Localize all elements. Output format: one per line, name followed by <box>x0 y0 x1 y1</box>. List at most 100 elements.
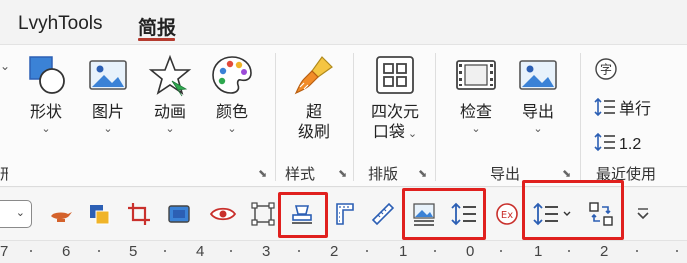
crop-button[interactable] <box>124 200 154 228</box>
ruler-tick <box>500 250 502 252</box>
line-spacing-icon <box>594 97 615 117</box>
palette-icon <box>210 53 254 97</box>
group-label-style: 样式 <box>285 166 316 183</box>
export-image-icon <box>516 53 560 97</box>
group-divider <box>580 53 581 181</box>
dialog-launcher-icon[interactable]: ⬊ <box>562 167 571 180</box>
horizontal-ruler[interactable]: 7 6 5 4 3 2 1 0 1 2 <box>0 240 687 263</box>
select-area-button[interactable] <box>248 200 278 228</box>
quick-toolbar: ⌄ Ex <box>0 180 687 240</box>
line-spacing-value-label: 1.2 <box>619 136 642 153</box>
chevron-down-icon: ⌄ <box>165 123 175 135</box>
eye-icon <box>209 207 237 221</box>
magic-lamp-icon <box>51 212 72 222</box>
ruler-tick <box>230 250 232 252</box>
film-check-icon <box>454 53 498 97</box>
svg-text:字: 字 <box>600 62 612 77</box>
star-animation-icon <box>148 53 192 97</box>
shape-button[interactable]: 形状 ⌄ <box>18 53 74 135</box>
ruler-label: 5 <box>129 243 138 260</box>
ruler-corner-icon <box>336 203 354 225</box>
ruler-tick <box>434 250 436 252</box>
chevron-down-icon: ⌄ <box>41 123 51 135</box>
ruler-tick <box>98 250 100 252</box>
export-button[interactable]: 导出 ⌄ <box>510 53 566 135</box>
tab-lvyhtools[interactable]: LvyhTools <box>18 13 103 35</box>
ruler-tick <box>366 250 368 252</box>
ruler-button[interactable] <box>368 200 398 228</box>
ruler-tick <box>568 250 570 252</box>
group-divider <box>435 53 436 181</box>
magic-lamp-button[interactable] <box>46 200 76 228</box>
image-label: 图片 <box>91 104 124 121</box>
chevron-down-icon: ⌄ <box>404 128 418 140</box>
brush-icon <box>292 53 336 97</box>
super-brush-label-2: 级刷 <box>297 124 330 141</box>
dialog-launcher-icon[interactable]: ⬊ <box>418 167 427 180</box>
ruler-icon <box>371 202 395 226</box>
ruler-label: 1 <box>534 243 543 260</box>
cut-group-label: 形 <box>0 166 8 183</box>
group-divider <box>353 53 354 181</box>
ruler-label: 0 <box>466 243 475 260</box>
dialog-launcher-icon[interactable]: ⬊ <box>338 167 347 180</box>
group-label-layout: 排版 <box>368 166 399 183</box>
color-button[interactable]: 颜色 ⌄ <box>204 53 260 135</box>
frame-icon <box>168 205 190 223</box>
animation-label: 动画 <box>153 104 186 121</box>
highlight-box <box>278 192 328 238</box>
image-icon <box>86 53 130 97</box>
check-button[interactable]: 检查 ⌄ <box>448 53 504 135</box>
pocket-label-2: 口袋 ⌄ <box>372 124 418 141</box>
tab-bar: LvyhTools 简报 <box>0 0 687 44</box>
ruler-label: 7 <box>0 243 8 260</box>
crop-icon <box>128 203 150 225</box>
ruler-corner-button[interactable] <box>330 200 360 228</box>
shape-icon <box>24 53 68 97</box>
ruler-tick <box>676 250 678 252</box>
font-button[interactable]: 字 <box>594 57 621 83</box>
ruler-tick <box>164 250 166 252</box>
chevron-down-icon: ⌄ <box>15 207 25 219</box>
line-spacing-value-button[interactable]: 1.2 <box>594 132 641 154</box>
tab-jianbao[interactable]: 简报 <box>138 13 176 40</box>
more-options-button[interactable] <box>628 200 658 228</box>
frame-button[interactable] <box>164 200 194 228</box>
select-area-icon <box>251 202 275 226</box>
animation-button[interactable]: 动画 ⌄ <box>142 53 198 135</box>
ruler-label: 6 <box>62 243 71 260</box>
exit-button[interactable]: Ex <box>492 200 522 228</box>
layers-icon <box>90 205 110 225</box>
image-button[interactable]: 图片 ⌄ <box>80 53 136 135</box>
ruler-tick <box>636 250 638 252</box>
group-label-export: 导出 <box>490 166 521 183</box>
super-brush-button[interactable]: 超 级刷 <box>286 53 342 143</box>
chevron-down-icon: ⌄ <box>471 123 481 135</box>
highlight-box <box>402 188 486 240</box>
dialog-launcher-icon[interactable]: ⬊ <box>258 167 267 180</box>
chevron-down-icon: ⌄ <box>227 123 237 135</box>
collapsed-dropdown-arrow[interactable]: ⌄ <box>0 59 10 73</box>
chevron-down-icon: ⌄ <box>103 123 113 135</box>
ruler-label: 2 <box>600 243 609 260</box>
chevron-down-icon: ⌄ <box>533 123 543 135</box>
pocket-label-1: 四次元 <box>370 104 419 121</box>
font-char-icon: 字 <box>595 58 617 80</box>
preview-button[interactable] <box>208 200 238 228</box>
ruler-tick <box>30 250 32 252</box>
line-spacing-single-button[interactable]: 单行 <box>594 95 651 119</box>
line-spacing-icon <box>594 132 615 152</box>
line-spacing-single-label: 单行 <box>619 101 652 118</box>
chevron-down-icon <box>637 208 649 220</box>
quick-dropdown[interactable]: ⌄ <box>0 200 32 228</box>
svg-text:Ex: Ex <box>501 210 513 221</box>
layers-button[interactable] <box>84 200 114 228</box>
four-dimension-pocket-button[interactable]: 四次元 口袋 ⌄ <box>364 53 426 143</box>
ruler-tick <box>298 250 300 252</box>
ruler-label: 3 <box>262 243 271 260</box>
super-brush-label-1: 超 <box>305 104 322 121</box>
active-tab-indicator <box>138 38 175 41</box>
group-divider <box>275 53 276 181</box>
export-label: 导出 <box>521 104 554 121</box>
ruler-label: 1 <box>399 243 408 260</box>
